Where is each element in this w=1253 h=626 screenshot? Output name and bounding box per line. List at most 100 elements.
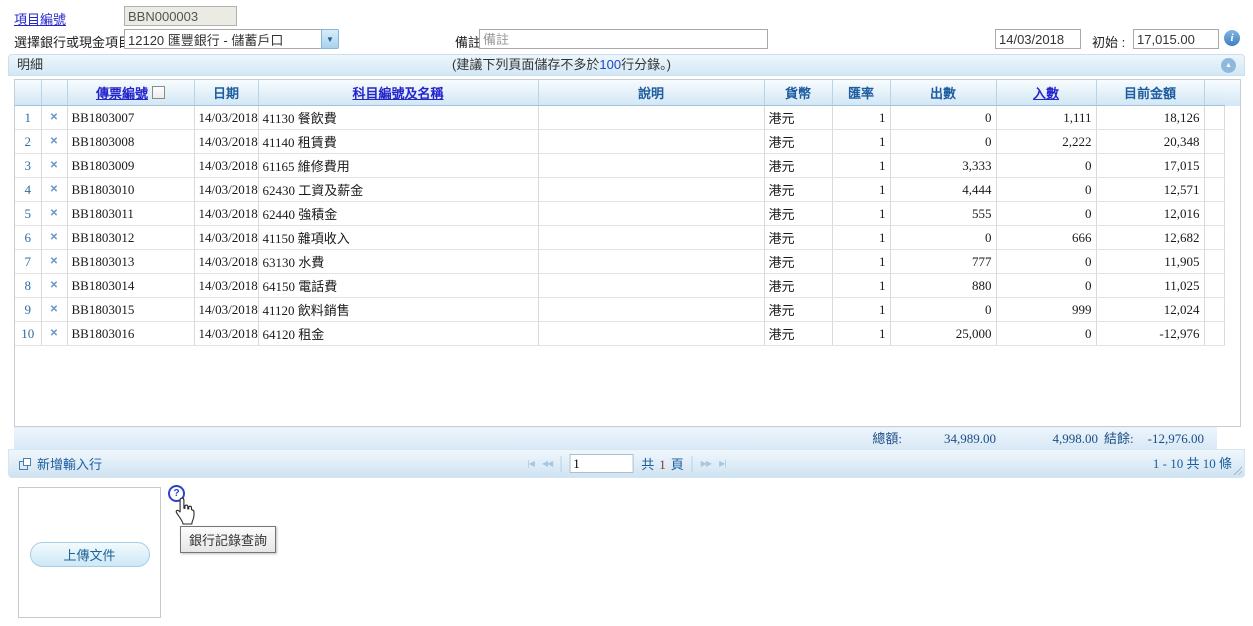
delete-row-icon[interactable]: ✕ xyxy=(41,298,67,322)
cell-description[interactable] xyxy=(538,322,764,346)
cell-out[interactable]: 0 xyxy=(890,106,996,130)
cell-account[interactable]: 41140 租賃費 xyxy=(258,130,538,154)
cell-description[interactable] xyxy=(538,130,764,154)
cell-currency[interactable]: 港元 xyxy=(764,322,832,346)
cell-voucher[interactable]: BB1803013 xyxy=(67,250,194,274)
cell-rate[interactable]: 1 xyxy=(832,106,890,130)
bank-select-input[interactable] xyxy=(124,29,322,49)
cell-out[interactable]: 3,333 xyxy=(890,154,996,178)
sort-voucher-link[interactable]: 傳票編號 xyxy=(96,86,148,101)
cell-in[interactable]: 2,222 xyxy=(996,130,1096,154)
cell-in[interactable]: 0 xyxy=(996,154,1096,178)
cell-account[interactable]: 41150 雜項收入 xyxy=(258,226,538,250)
cell-date[interactable]: 14/03/2018 xyxy=(194,250,258,274)
cell-out[interactable]: 0 xyxy=(890,226,996,250)
cell-account[interactable]: 64150 電話費 xyxy=(258,274,538,298)
cell-description[interactable] xyxy=(538,250,764,274)
upload-dropzone[interactable]: 上傳文件 xyxy=(18,487,161,618)
delete-row-icon[interactable]: ✕ xyxy=(41,130,67,154)
cell-rate[interactable]: 1 xyxy=(832,298,890,322)
resize-grip[interactable] xyxy=(1232,465,1242,475)
cell-rate[interactable]: 1 xyxy=(832,226,890,250)
initial-amount-input[interactable] xyxy=(1133,29,1219,49)
cell-out[interactable]: 25,000 xyxy=(890,322,996,346)
cell-currency[interactable]: 港元 xyxy=(764,274,832,298)
cell-date[interactable]: 14/03/2018 xyxy=(194,130,258,154)
upload-file-button[interactable]: 上傳文件 xyxy=(30,542,150,567)
select-all-checkbox[interactable] xyxy=(152,86,165,99)
cell-currency[interactable]: 港元 xyxy=(764,178,832,202)
cell-out[interactable]: 0 xyxy=(890,298,996,322)
cell-rate[interactable]: 1 xyxy=(832,178,890,202)
cell-account[interactable]: 64120 租金 xyxy=(258,322,538,346)
delete-row-icon[interactable]: ✕ xyxy=(41,250,67,274)
cell-currency[interactable]: 港元 xyxy=(764,226,832,250)
delete-row-icon[interactable]: ✕ xyxy=(41,202,67,226)
cell-currency[interactable]: 港元 xyxy=(764,130,832,154)
cell-in[interactable]: 0 xyxy=(996,250,1096,274)
cell-rate[interactable]: 1 xyxy=(832,322,890,346)
cell-rate[interactable]: 1 xyxy=(832,274,890,298)
cell-voucher[interactable]: BB1803011 xyxy=(67,202,194,226)
cell-in[interactable]: 666 xyxy=(996,226,1096,250)
help-icon[interactable]: ? xyxy=(168,485,185,502)
cell-voucher[interactable]: BB1803008 xyxy=(67,130,194,154)
remark-input[interactable] xyxy=(479,29,768,49)
cell-description[interactable] xyxy=(538,274,764,298)
cell-voucher[interactable]: BB1803009 xyxy=(67,154,194,178)
delete-row-icon[interactable]: ✕ xyxy=(41,226,67,250)
cell-in[interactable]: 0 xyxy=(996,178,1096,202)
delete-row-icon[interactable]: ✕ xyxy=(41,322,67,346)
cell-voucher[interactable]: BB1803010 xyxy=(67,178,194,202)
cell-date[interactable]: 14/03/2018 xyxy=(194,106,258,130)
cell-voucher[interactable]: BB1803016 xyxy=(67,322,194,346)
first-page-icon[interactable]: |◀ xyxy=(527,459,534,468)
cell-rate[interactable]: 1 xyxy=(832,250,890,274)
info-icon[interactable]: i xyxy=(1224,30,1240,46)
date-input[interactable] xyxy=(995,29,1081,49)
cell-out[interactable]: 4,444 xyxy=(890,178,996,202)
cell-currency[interactable]: 港元 xyxy=(764,154,832,178)
delete-row-icon[interactable]: ✕ xyxy=(41,178,67,202)
cell-currency[interactable]: 港元 xyxy=(764,106,832,130)
cell-description[interactable] xyxy=(538,226,764,250)
prev-page-icon[interactable]: ◀◀ xyxy=(542,459,552,468)
cell-date[interactable]: 14/03/2018 xyxy=(194,226,258,250)
add-row-button[interactable]: 新增輸入行 xyxy=(19,450,102,477)
cell-voucher[interactable]: BB1803007 xyxy=(67,106,194,130)
collapse-panel-button[interactable]: ▲ xyxy=(1221,58,1236,73)
cell-in[interactable]: 0 xyxy=(996,202,1096,226)
cell-account[interactable]: 63130 水費 xyxy=(258,250,538,274)
cell-date[interactable]: 14/03/2018 xyxy=(194,322,258,346)
cell-account[interactable]: 62440 強積金 xyxy=(258,202,538,226)
cell-description[interactable] xyxy=(538,154,764,178)
delete-row-icon[interactable]: ✕ xyxy=(41,274,67,298)
cell-account[interactable]: 61165 維修費用 xyxy=(258,154,538,178)
cell-currency[interactable]: 港元 xyxy=(764,250,832,274)
cell-rate[interactable]: 1 xyxy=(832,130,890,154)
cell-out[interactable]: 555 xyxy=(890,202,996,226)
sort-in-link[interactable]: 入數 xyxy=(1033,86,1059,101)
cell-description[interactable] xyxy=(538,298,764,322)
last-page-icon[interactable]: ▶| xyxy=(719,459,726,468)
cell-in[interactable]: 0 xyxy=(996,274,1096,298)
cell-voucher[interactable]: BB1803014 xyxy=(67,274,194,298)
page-number-input[interactable] xyxy=(569,454,633,473)
cell-description[interactable] xyxy=(538,178,764,202)
cell-voucher[interactable]: BB1803015 xyxy=(67,298,194,322)
cell-description[interactable] xyxy=(538,202,764,226)
cell-description[interactable] xyxy=(538,106,764,130)
cell-date[interactable]: 14/03/2018 xyxy=(194,178,258,202)
project-number-link[interactable]: 項目編號 xyxy=(14,9,66,28)
sort-account-link[interactable]: 科目編號及名稱 xyxy=(352,86,443,101)
cell-account[interactable]: 62430 工資及薪金 xyxy=(258,178,538,202)
cell-date[interactable]: 14/03/2018 xyxy=(194,154,258,178)
delete-row-icon[interactable]: ✕ xyxy=(41,106,67,130)
cell-account[interactable]: 41130 餐飲費 xyxy=(258,106,538,130)
cell-in[interactable]: 999 xyxy=(996,298,1096,322)
cell-out[interactable]: 0 xyxy=(890,130,996,154)
cell-rate[interactable]: 1 xyxy=(832,202,890,226)
next-page-icon[interactable]: ▶▶ xyxy=(701,459,711,468)
cell-date[interactable]: 14/03/2018 xyxy=(194,298,258,322)
cell-currency[interactable]: 港元 xyxy=(764,298,832,322)
